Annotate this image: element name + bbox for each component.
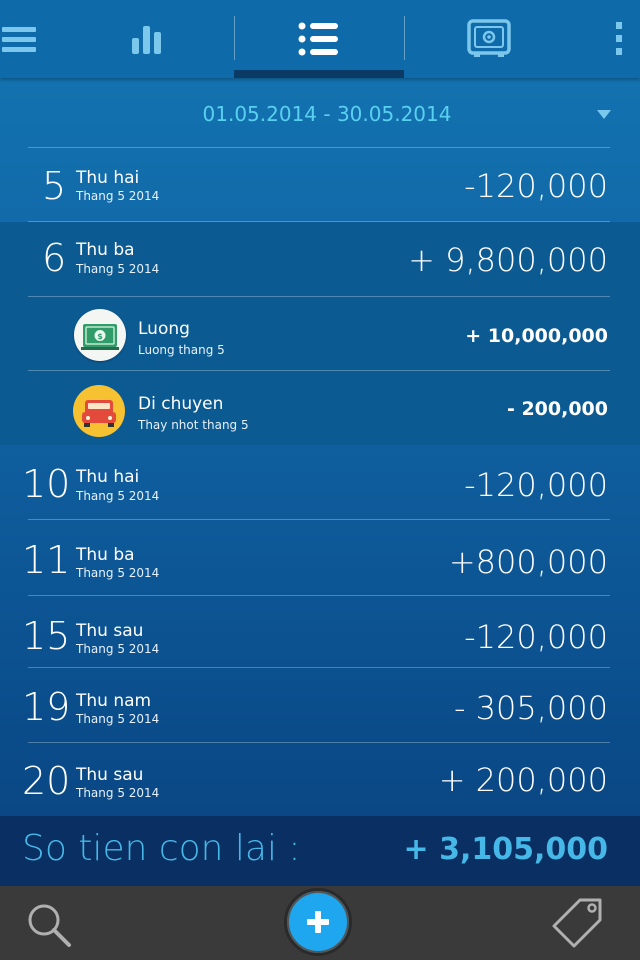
month-label: Thang 5 2014 <box>76 489 160 503</box>
day-number: 11 <box>22 538 71 582</box>
day-row[interactable]: 20 Thu sau Thang 5 2014 + 200,000 <box>0 743 640 816</box>
transaction-item[interactable]: Di chuyen Thay nhot thang 5 - 200,000 <box>0 371 640 445</box>
hamburger-icon <box>2 27 36 52</box>
day-number: 5 <box>42 164 67 208</box>
weekday-label: Thu nam <box>76 691 152 711</box>
day-total: + 200,000 <box>438 761 608 799</box>
day-row[interactable]: 15 Thu sau Thang 5 2014 -120,000 <box>0 596 640 668</box>
weekday-label: Thu ba <box>76 545 135 565</box>
weekday-label: Thu ba <box>76 240 135 260</box>
weekday-label: Thu sau <box>76 765 144 785</box>
month-label: Thang 5 2014 <box>76 786 160 800</box>
transaction-item[interactable]: $ Luong Luong thang 5 + 10,000,000 <box>0 297 640 371</box>
active-tab-indicator <box>234 70 404 78</box>
month-label: Thang 5 2014 <box>76 642 160 656</box>
transaction-amount: + 10,000,000 <box>465 325 608 347</box>
day-row[interactable]: 10 Thu hai Thang 5 2014 -120,000 <box>0 445 640 520</box>
safe-icon <box>467 19 511 57</box>
day-total: +800,000 <box>448 543 608 581</box>
tab-statistics[interactable] <box>60 0 234 78</box>
svg-text:$: $ <box>97 332 103 341</box>
day-total: + 9,800,000 <box>408 241 608 279</box>
day-row-expanded[interactable]: 6 Thu ba Thang 5 2014 + 9,800,000 <box>0 222 640 297</box>
search-icon <box>28 904 71 947</box>
balance-value: + 3,105,000 <box>403 832 609 867</box>
overflow-menu-button[interactable] <box>604 0 634 78</box>
day-total: -120,000 <box>464 466 608 504</box>
day-total: -120,000 <box>464 167 608 205</box>
tags-button[interactable] <box>550 896 606 952</box>
plus-icon <box>307 911 329 933</box>
menu-button[interactable] <box>0 0 40 78</box>
balance-label: So tien con lai : <box>22 828 301 869</box>
day-row[interactable]: 19 Thu nam Thang 5 2014 - 305,000 <box>0 668 640 743</box>
day-number: 15 <box>22 614 71 658</box>
weekday-label: Thu sau <box>76 621 144 641</box>
add-transaction-button[interactable] <box>284 888 352 956</box>
day-row[interactable]: 5 Thu hai Thang 5 2014 -120,000 <box>0 148 640 222</box>
category-label: Luong <box>138 319 190 339</box>
bar-chart-icon <box>132 26 161 54</box>
transaction-note: Thay nhot thang 5 <box>138 418 249 432</box>
day-number: 19 <box>22 685 71 729</box>
month-label: Thang 5 2014 <box>76 566 160 580</box>
dropdown-caret-icon <box>597 110 611 119</box>
day-number: 10 <box>22 462 71 506</box>
search-button[interactable] <box>24 900 74 950</box>
more-vertical-icon <box>616 22 622 55</box>
list-icon <box>298 22 338 56</box>
day-total: -120,000 <box>464 618 608 656</box>
date-range-text: 01.05.2014 - 30.05.2014 <box>202 102 452 126</box>
balance-summary: So tien con lai : + 3,105,000 <box>0 816 640 886</box>
tab-wallet[interactable] <box>404 0 574 78</box>
weekday-label: Thu hai <box>76 467 140 487</box>
day-number: 6 <box>42 236 67 280</box>
day-row[interactable]: 11 Thu ba Thang 5 2014 +800,000 <box>0 520 640 596</box>
month-label: Thang 5 2014 <box>76 712 160 726</box>
money-bill-icon: $ <box>74 309 126 361</box>
transaction-amount: - 200,000 <box>506 398 608 420</box>
transaction-note: Luong thang 5 <box>138 343 225 357</box>
tag-icon <box>552 898 602 948</box>
month-label: Thang 5 2014 <box>76 189 160 203</box>
top-app-bar <box>0 0 640 78</box>
month-label: Thang 5 2014 <box>76 262 160 276</box>
tab-list[interactable] <box>234 0 404 78</box>
car-icon <box>73 385 125 437</box>
weekday-label: Thu hai <box>76 168 140 188</box>
category-label: Di chuyen <box>138 394 224 414</box>
day-total: - 305,000 <box>453 689 608 727</box>
date-range-selector[interactable]: 01.05.2014 - 30.05.2014 <box>0 82 640 148</box>
day-number: 20 <box>22 759 71 803</box>
